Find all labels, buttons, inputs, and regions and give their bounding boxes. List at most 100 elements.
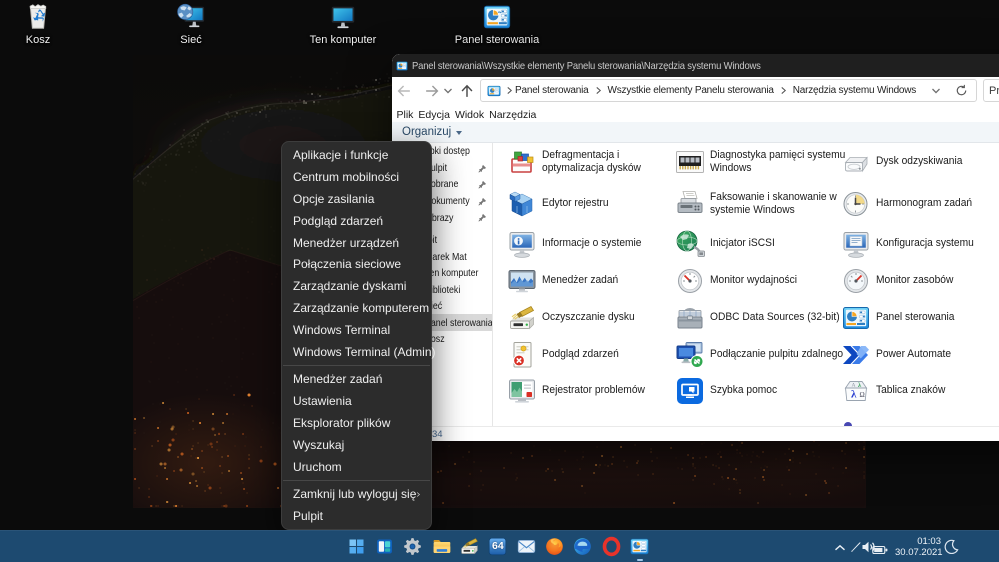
context-menu-item-label: Zamknij lub wyloguj się (293, 487, 417, 502)
address-bar[interactable]: Panel sterowania Wszystkie elementy Panel… (480, 79, 977, 102)
context-menu-item-wyszukaj[interactable]: Wyszukaj (282, 434, 431, 456)
address-dropdown-chevron[interactable] (931, 86, 941, 96)
file-item-performance-monitor[interactable]: Monitor wydajności (674, 260, 858, 302)
search-input[interactable]: Prz (983, 79, 999, 102)
file-item-task-manager[interactable]: Menedżer zadań (506, 260, 690, 302)
menubar-item-widok[interactable]: Widok (452, 109, 486, 121)
context-menu-item-eksplorator-plik-w[interactable]: Eksplorator plików (282, 412, 431, 434)
pinned-icon (478, 197, 487, 206)
control-panel-icon (629, 536, 650, 557)
context-menu-item-aplikacje-i-funkcje[interactable]: Aplikacje i funkcje (282, 144, 431, 166)
context-menu-separator (283, 365, 430, 367)
file-list: Defragmentacja i optymalizacja dysków Dia… (497, 143, 999, 426)
desktop-icon-this-pc[interactable]: Ten komputer (288, 2, 398, 46)
taskbar-button-total-commander[interactable]: 64 (485, 533, 511, 559)
search-text: Prz (989, 84, 999, 97)
context-menu-item-po-czenia-sieciowe[interactable]: Połączenia sieciowe (282, 253, 431, 275)
context-menu-item-ustawienia[interactable]: Ustawienia (282, 390, 431, 412)
file-item-label: Monitor wydajności (710, 274, 797, 287)
breadcrumb-chevron-icon (595, 86, 602, 95)
context-menu-item-pulpit[interactable]: Pulpit (282, 505, 431, 527)
file-item-steps-recorder[interactable]: Rejestrator problemów (506, 370, 690, 412)
menubar-item-edycja[interactable]: Edycja (416, 109, 453, 121)
file-item-label: Monitor zasobów (875, 274, 953, 287)
menubar-item-narzędzia[interactable]: Narzędzia (487, 109, 539, 121)
breadcrumb-segment[interactable]: Wszystkie elementy Panelu sterowania (608, 85, 774, 96)
file-item-task-scheduler[interactable]: Harmonogram zadań (840, 183, 999, 225)
file-item-system-config[interactable]: Konfiguracja systemu (840, 223, 999, 265)
taskbar-button-control-panel[interactable] (627, 533, 653, 559)
edge-icon (572, 536, 593, 557)
back-button[interactable] (395, 82, 413, 100)
context-menu-separator (283, 479, 430, 481)
tray-chevron-up[interactable] (833, 540, 847, 550)
file-item-label: Podłączanie pulpitu zdalnego (710, 347, 844, 360)
context-menu-item-centrum-mobilno-ci[interactable]: Centrum mobilności (282, 166, 431, 188)
menubar-item-plik[interactable]: Plik (394, 109, 416, 121)
desktop-icon-control-panel[interactable]: Panel sterowania (442, 2, 552, 46)
file-item-registry-editor[interactable]: Edytor rejestru (506, 183, 690, 225)
breadcrumb-segment[interactable]: Panel sterowania (515, 85, 589, 96)
file-item-recovery-drive[interactable]: Dysk odzyskiwania (840, 143, 999, 183)
context-menu-item-label: Podgląd zdarzeń (293, 213, 384, 228)
window-titlebar[interactable]: Panel sterowania\Wszystkie elementy Pane… (392, 54, 999, 77)
context-menu-item-podgl-d-zdarze-[interactable]: Podgląd zdarzeń (282, 210, 431, 232)
context-menu-item-windows-terminal[interactable]: Windows Terminal (282, 319, 431, 341)
recovery-drive-icon (840, 146, 872, 178)
context-menu-item-label: Opcje zasilania (293, 191, 375, 206)
firefox-icon (544, 536, 565, 557)
tray-date: 30.07.2021 (895, 547, 943, 558)
forward-button[interactable] (423, 82, 441, 100)
context-menu-item-opcje-zasilania[interactable]: Opcje zasilania (282, 188, 431, 210)
file-item-label: Podgląd zdarzeń (542, 347, 619, 360)
context-menu-item-label: Windows Terminal (Admin) (293, 344, 436, 359)
tray-battery-icon[interactable] (872, 542, 888, 560)
file-item-resource-monitor[interactable]: Monitor zasobów (840, 260, 999, 302)
status-bar: 34 (392, 426, 999, 441)
context-menu-item-zarz-dzanie-dyskami[interactable]: Zarządzanie dyskami (282, 275, 431, 297)
desktop-icon-recycle-bin[interactable]: Kosz (0, 2, 93, 46)
refresh-icon[interactable] (955, 84, 968, 97)
taskbar-button-edge[interactable] (570, 533, 596, 559)
taskbar-button-disk-cleanup[interactable] (457, 533, 483, 559)
context-menu-item-windows-terminal-admin-[interactable]: Windows Terminal (Admin) (282, 341, 435, 363)
taskbar-button-mail[interactable] (513, 533, 539, 559)
file-item-label: Panel sterowania (875, 311, 954, 324)
taskbar-button-firefox[interactable] (542, 533, 568, 559)
file-item-memory-diagnostic[interactable]: Diagnostyka pamięci systemu Windows (674, 143, 858, 183)
file-item-system-info[interactable]: Informacje o systemie (506, 223, 690, 265)
context-menu-item-mened-er-zada-[interactable]: Menedżer zadań (282, 368, 431, 390)
recent-locations-chevron[interactable] (443, 86, 453, 96)
tray-clock[interactable]: 01:03 30.07.2021 (895, 536, 943, 558)
context-menu-item-zamknij-lub-wyloguj-si-[interactable]: Zamknij lub wyloguj się (282, 483, 431, 505)
desktop-icon-network[interactable]: Sieć (136, 2, 246, 46)
file-item-iscsi-initiator[interactable]: Inicjator iSCSI (674, 223, 858, 265)
breadcrumb-segment[interactable]: Narzędzia systemu Windows (793, 85, 917, 96)
context-menu-item-zarz-dzanie-komputerem[interactable]: Zarządzanie komputerem (282, 297, 431, 319)
start-icon (346, 536, 367, 557)
taskbar-button-widgets[interactable] (372, 533, 398, 559)
context-menu-item-label: Zarządzanie dyskami (293, 279, 407, 294)
context-menu-item-uruchom[interactable]: Uruchom (282, 456, 431, 478)
taskbar-button-settings[interactable] (400, 533, 426, 559)
tray-focus-assist-moon-icon[interactable] (944, 539, 959, 559)
pinned-icon (478, 213, 487, 222)
file-item-defrag[interactable]: Defragmentacja i optymalizacja dysków (506, 143, 690, 183)
context-menu-item-label: Windows Terminal (293, 323, 391, 338)
taskbar-button-file-explorer[interactable] (428, 533, 454, 559)
taskbar-button-start[interactable] (343, 533, 369, 559)
context-menu-item-mened-er-urz-dze-[interactable]: Menedżer urządzeń (282, 232, 431, 254)
file-item-fax-scan[interactable]: Faksowanie i skanowanie w systemie Windo… (674, 183, 858, 225)
file-item-quick-assist[interactable]: Szybka pomoc (674, 370, 858, 412)
winx-context-menu: Aplikacje i funkcje Centrum mobilności Opc… (281, 141, 435, 530)
organize-button[interactable]: Organizuj (402, 126, 463, 138)
recycle-bin-icon (23, 2, 53, 32)
file-item-character-map[interactable]: Tablica znaków (840, 370, 999, 412)
iscsi-initiator-icon (674, 228, 706, 260)
chevron-up-icon (833, 543, 847, 553)
context-menu-item-label: Pulpit (293, 508, 324, 523)
taskbar-button-opera[interactable] (598, 533, 624, 559)
disk-cleanup-icon (459, 536, 480, 557)
settings-icon (402, 536, 423, 557)
up-button[interactable] (458, 82, 476, 100)
